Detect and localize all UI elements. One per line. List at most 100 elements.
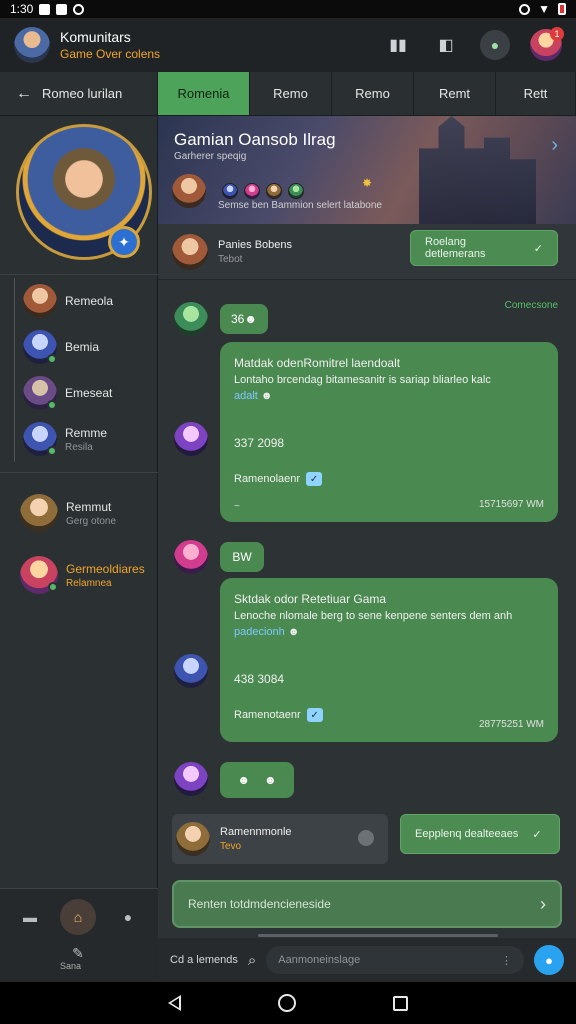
member-item[interactable]: Emeseat — [15, 370, 154, 416]
online-indicator — [48, 582, 58, 592]
home-icon[interactable]: ⌂ — [60, 899, 96, 935]
message-link[interactable]: padecionh — [234, 626, 285, 638]
more-vert-icon[interactable]: ⋮ — [501, 954, 512, 967]
banner-title: Gamian Oansob Ilrag — [174, 130, 336, 149]
member-name: Remme — [65, 425, 108, 440]
message-bubble[interactable]: Sktdak odor Retetiuar Gama Lenoche nloma… — [220, 578, 558, 742]
recent-name: Remmut — [66, 499, 112, 514]
cards-icon[interactable]: ▮▮ — [384, 31, 412, 59]
back-nav-icon[interactable] — [168, 995, 182, 1011]
pill-text: 36 — [231, 312, 245, 326]
arrow-left-icon: ← — [16, 84, 32, 102]
recents-nav-icon[interactable] — [392, 995, 408, 1011]
reaction-pill[interactable]: ☻ ☻ — [220, 762, 294, 798]
back-button[interactable]: ← Romeo lurilan — [0, 72, 158, 115]
message-footer: ~ — [234, 501, 240, 512]
minus-icon[interactable]: ▬ — [16, 903, 44, 931]
notification-icon — [39, 3, 51, 15]
message-pill: BW — [220, 542, 264, 572]
sender-avatar[interactable] — [174, 422, 208, 456]
battery-icon — [558, 3, 566, 15]
emoji-icon: ☻ — [237, 773, 250, 787]
pinned-name: Panies Bobens — [218, 238, 292, 251]
reply-card[interactable]: Ramennmonle Tevo — [172, 814, 388, 864]
recent-item[interactable]: Remmut Gerg otone — [18, 482, 156, 544]
verified-label: Ramenotaenr — [234, 709, 301, 721]
profile-icon[interactable]: ● — [480, 30, 510, 60]
message-line: Lenoche nlomale berg to sene kenpene sen… — [234, 610, 513, 622]
recent-name: Germeoldiares — [66, 561, 145, 576]
timestamp-label: Comecsone — [504, 300, 558, 311]
sender-avatar[interactable] — [174, 540, 208, 574]
back-label: Romeo lurilan — [42, 86, 123, 101]
message-bubble[interactable]: Matdak odenRomitrel laendoalt Lontaho br… — [220, 342, 558, 522]
badge-icon — [244, 183, 260, 199]
bottom-search-row: Cd a lemends ⌕ Aanmoneinslage ⋮ ● — [158, 938, 576, 982]
member-item[interactable]: Remme Resila — [15, 416, 154, 462]
home-nav-icon[interactable] — [277, 994, 296, 1012]
filter-label[interactable]: Cd a lemends — [170, 954, 238, 966]
message-link[interactable]: adalt — [234, 390, 258, 402]
recent-list: Remmut Gerg otone Germeoldiares Relamnea — [18, 482, 156, 606]
recent-item[interactable]: Germeoldiares Relamnea — [18, 544, 156, 606]
tab-remt[interactable]: Remt — [414, 72, 496, 115]
message-line: Lontaho brcendag bitamesanitr is sariap … — [234, 374, 491, 386]
compose-fab-icon[interactable]: ● — [534, 945, 564, 975]
pinned-avatar — [172, 233, 208, 270]
banner-art — [419, 116, 536, 224]
more-icon[interactable] — [358, 830, 374, 846]
member-name: Remeola — [65, 294, 114, 308]
community-avatar[interactable] — [14, 27, 50, 63]
tab-remo-1[interactable]: Remo — [250, 72, 332, 115]
pinned-sub: Tebot — [218, 253, 243, 265]
message-number: 438 3084 — [234, 672, 285, 686]
badge-icon — [222, 183, 238, 199]
recent-avatar — [20, 494, 58, 532]
reply-sub: Tevo — [220, 841, 242, 852]
community-title: Komunitars — [60, 29, 131, 45]
wifi-icon: ▼ — [538, 2, 550, 16]
message-line: Matdak odenRomitrel laendoalt — [234, 356, 401, 370]
search-field[interactable]: Aanmoneinslage ⋮ — [266, 946, 524, 974]
tab-romenia[interactable]: Romenia — [158, 72, 250, 115]
message-number: 337 2098 — [234, 436, 285, 450]
reply-avatar — [176, 822, 210, 856]
sender-avatar[interactable] — [174, 654, 208, 688]
system-nav-bar — [0, 982, 576, 1024]
reply-action-button[interactable]: Eepplenq dealteeaes ✓ — [400, 814, 560, 854]
member-item[interactable]: Bemia — [15, 324, 154, 370]
sender-avatar[interactable] — [174, 302, 208, 336]
message-line: Sktdak odor Retetiuar Gama — [234, 592, 387, 606]
online-indicator — [47, 400, 57, 410]
chevron-right-icon[interactable]: › — [551, 134, 558, 157]
app-header: Komunitars Game Over colens ▮▮ ◧ ● 1 — [0, 18, 576, 72]
message-meta: 15715697 WM — [478, 499, 544, 510]
chat-bubble-icon[interactable]: ● — [114, 903, 142, 931]
verified-check-icon: ✓ — [306, 708, 323, 722]
badge-icon — [288, 183, 304, 199]
tab-remo-2[interactable]: Remo — [332, 72, 414, 115]
user-avatar[interactable]: 1 — [530, 27, 564, 61]
banner-subtitle: Garherer speqig — [174, 151, 247, 162]
owner-avatar[interactable] — [172, 174, 206, 208]
recent-sub: Relamnea — [66, 577, 112, 589]
notification-badge: 1 — [550, 27, 564, 41]
member-item[interactable]: Remeola — [15, 278, 154, 324]
message-meta: 28775251 WM — [478, 719, 544, 730]
sender-avatar[interactable] — [174, 762, 208, 796]
search-icon[interactable]: ⌕ — [248, 952, 256, 969]
pinned-post[interactable]: Panies Bobens Tebot Roelang detlemerans … — [158, 224, 576, 280]
message-input[interactable] — [188, 897, 540, 911]
tab-rett[interactable]: Rett — [496, 72, 576, 115]
status-bar: 1:30 ▼ — [0, 0, 576, 18]
send-chevron-icon[interactable]: › — [540, 894, 546, 915]
check-icon: ✓ — [533, 242, 543, 255]
chat-settings-icon[interactable]: ◧ — [432, 31, 460, 59]
community-subtitle: Game Over colens — [60, 47, 161, 61]
pinned-action-button[interactable]: Roelang detlemerans ✓ — [410, 230, 558, 266]
scrollbar[interactable] — [258, 934, 498, 937]
pinned-action-label: Roelang detlemerans — [425, 236, 486, 260]
message-pill: 36 ☻ — [220, 304, 268, 334]
community-banner: Gamian Oansob Ilrag Garherer speqig › ✸ … — [158, 116, 576, 224]
search-placeholder: Aanmoneinslage — [278, 954, 361, 966]
